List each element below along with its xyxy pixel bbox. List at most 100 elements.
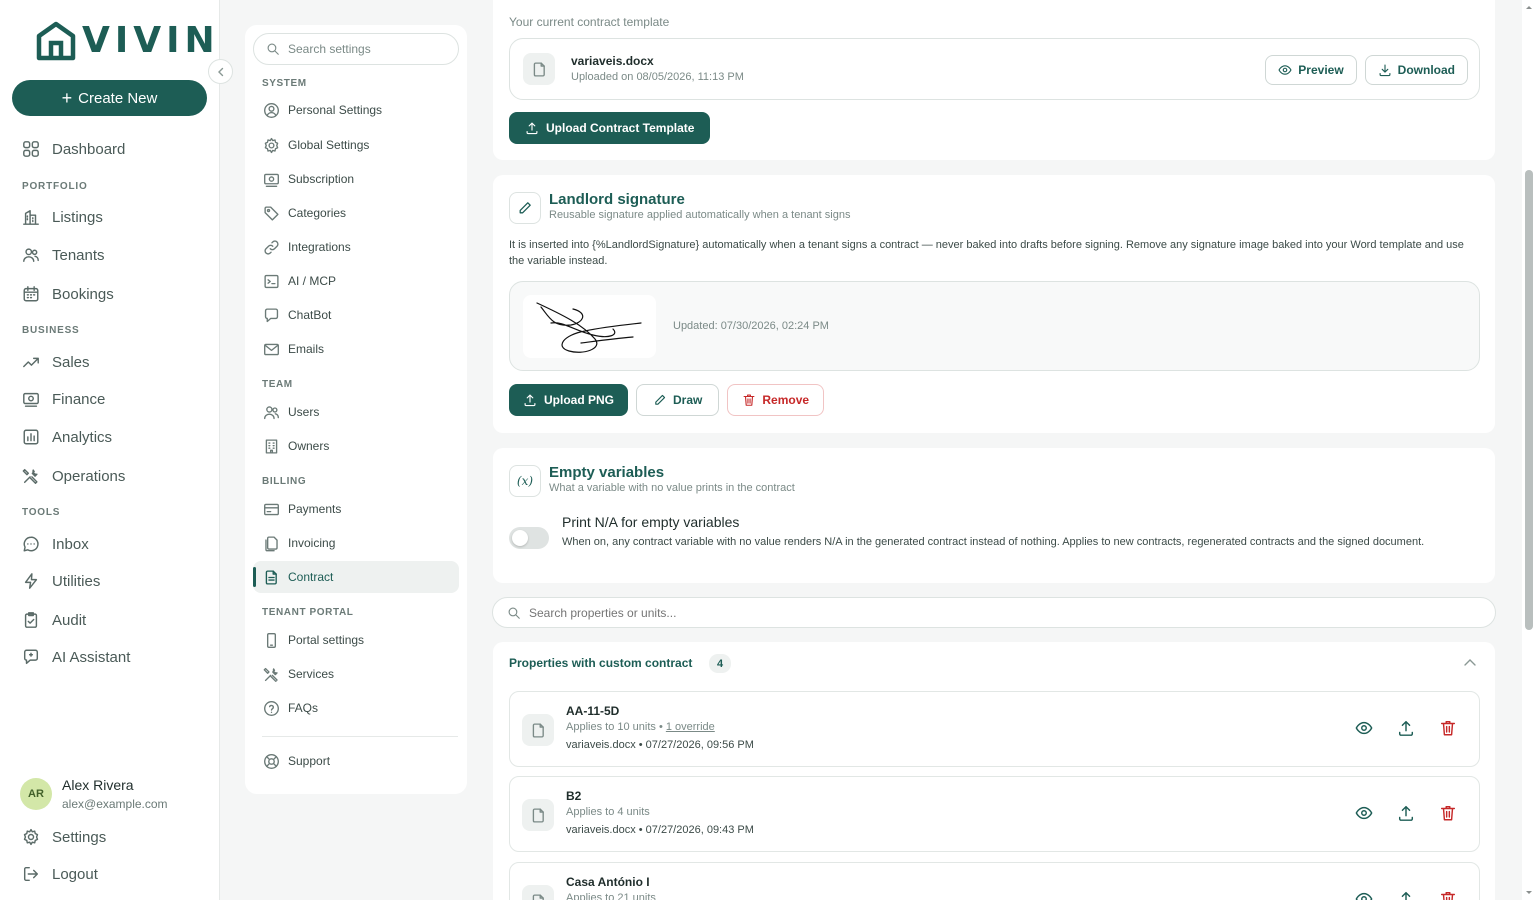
menu-item-emails[interactable]: Emails	[253, 333, 459, 365]
menu-item-label: Invoicing	[288, 536, 336, 550]
scrollbar-thumb[interactable]	[1525, 170, 1533, 630]
nav-operations[interactable]: Operations	[22, 464, 125, 488]
gear-icon	[264, 137, 279, 153]
menu-section-system: SYSTEM	[262, 78, 307, 89]
lightning-icon	[24, 573, 38, 589]
menu-item-payments[interactable]: Payments	[253, 493, 459, 525]
main-sidebar: VIVIN + Create New Dashboard PORTFOLIO L…	[0, 0, 220, 900]
nav-listings[interactable]: Listings	[22, 205, 103, 229]
empty-variables-subtitle: What a variable with no value prints in …	[549, 482, 795, 494]
menu-item-invoicing[interactable]: Invoicing	[253, 527, 459, 559]
scroll-down-icon[interactable]	[1522, 888, 1536, 898]
trash-icon[interactable]	[1439, 890, 1457, 900]
nav-logout[interactable]: Logout	[22, 862, 98, 886]
nav-analytics[interactable]: Analytics	[22, 425, 112, 449]
settings-search[interactable]	[253, 33, 459, 65]
upload-icon[interactable]	[1397, 719, 1415, 737]
pencil-icon	[655, 394, 666, 405]
property-search-input[interactable]	[529, 605, 1429, 620]
property-search[interactable]	[492, 597, 1496, 628]
draw-button[interactable]: Draw	[636, 384, 720, 416]
upload-png-button[interactable]: Upload PNG	[509, 384, 629, 416]
settings-search-input[interactable]	[288, 42, 448, 56]
preview-label: Preview	[1298, 63, 1344, 77]
upload-icon[interactable]	[1397, 804, 1415, 822]
preview-button[interactable]: Preview	[1265, 55, 1357, 85]
nav-ai-assistant[interactable]: AI Assistant	[22, 645, 130, 669]
nav-sales[interactable]: Sales	[22, 350, 90, 374]
chevron-left-icon	[217, 67, 223, 76]
terminal-icon	[264, 274, 279, 288]
menu-item-users[interactable]: Users	[253, 396, 459, 428]
nav-settings[interactable]: Settings	[22, 825, 106, 849]
file-icon	[523, 53, 555, 85]
nav-tenants[interactable]: Tenants	[22, 243, 105, 267]
property-row[interactable]: B2 Applies to 4 units variaveis.docx • 0…	[509, 776, 1480, 852]
trending-up-icon	[23, 357, 39, 368]
file-icon	[522, 885, 554, 900]
building-chart-icon	[23, 209, 39, 225]
menu-item-integrations[interactable]: Integrations	[253, 231, 459, 263]
download-button[interactable]: Download	[1364, 55, 1468, 85]
print-na-toggle[interactable]	[509, 527, 549, 549]
upload-template-button[interactable]: Upload Contract Template	[509, 112, 711, 144]
menu-item-label: AI / MCP	[288, 274, 337, 288]
trash-icon[interactable]	[1439, 804, 1457, 822]
nav-audit-label: Audit	[52, 611, 87, 629]
menu-item-label: Emails	[288, 342, 325, 356]
users-icon	[23, 248, 39, 263]
menu-item-global-settings[interactable]: Global Settings	[253, 129, 459, 161]
collapse-section-button[interactable]	[1463, 658, 1477, 668]
menu-item-services[interactable]: Services	[253, 658, 459, 690]
building-icon	[265, 438, 278, 454]
nav-inbox[interactable]: Inbox	[22, 532, 89, 556]
eye-icon[interactable]	[1355, 719, 1373, 737]
menu-item-contract[interactable]: Contract	[253, 561, 459, 593]
nav-logout-label: Logout	[52, 865, 98, 883]
trash-icon[interactable]	[1439, 719, 1457, 737]
page-scrollbar[interactable]	[1522, 0, 1536, 900]
create-new-button[interactable]: + Create New	[12, 80, 207, 116]
nav-audit[interactable]: Audit	[22, 608, 86, 632]
avatar[interactable]: AR	[20, 778, 52, 810]
signature-subtitle: Reusable signature applied automatically…	[549, 209, 851, 221]
gear-icon	[23, 828, 39, 846]
credit-card-icon	[264, 503, 279, 515]
nav-utilities[interactable]: Utilities	[22, 569, 100, 593]
remove-label: Remove	[762, 393, 810, 407]
menu-item-chatbot[interactable]: ChatBot	[253, 299, 459, 331]
eye-icon[interactable]	[1355, 890, 1373, 900]
nav-dashboard[interactable]: Dashboard	[22, 137, 125, 161]
property-applies: Applies to 21 units	[566, 892, 656, 900]
nav-bookings[interactable]: Bookings	[22, 282, 114, 306]
menu-item-ai-mcp[interactable]: AI / MCP	[253, 265, 459, 297]
upload-png-label: Upload PNG	[544, 393, 615, 407]
override-link[interactable]: 1 override	[666, 721, 715, 733]
upload-icon[interactable]	[1397, 890, 1415, 900]
brand-logo[interactable]: VIVIN	[36, 20, 220, 62]
menu-item-categories[interactable]: Categories	[253, 197, 459, 229]
menu-item-portal-settings[interactable]: Portal settings	[253, 624, 459, 656]
user-email: alex@example.com	[62, 797, 168, 811]
collapse-sidebar-button[interactable]	[208, 59, 233, 84]
house-logo-icon	[36, 21, 76, 61]
property-row[interactable]: Casa António I Applies to 21 units	[509, 862, 1480, 900]
remove-signature-button[interactable]: Remove	[727, 384, 825, 416]
nav-section-business: BUSINESS	[22, 325, 80, 336]
scroll-up-icon[interactable]	[1522, 2, 1536, 12]
nav-tenants-label: Tenants	[52, 246, 105, 264]
menu-item-owners[interactable]: Owners	[253, 430, 459, 462]
eye-icon[interactable]	[1355, 804, 1373, 822]
property-row[interactable]: AA-11-5D Applies to 10 units • 1 overrid…	[509, 691, 1480, 767]
nav-inbox-label: Inbox	[52, 535, 89, 553]
menu-item-label: Contract	[288, 570, 334, 584]
menu-item-faqs[interactable]: FAQs	[253, 692, 459, 724]
menu-item-personal-settings[interactable]: Personal Settings	[253, 94, 459, 126]
signature-preview-box: Updated: 07/30/2026, 02:24 PM	[509, 281, 1480, 371]
logout-icon	[23, 866, 39, 882]
menu-item-subscription[interactable]: Subscription	[253, 163, 459, 195]
nav-section-portfolio: PORTFOLIO	[22, 181, 88, 192]
menu-item-support[interactable]: Support	[253, 745, 459, 777]
bar-chart-icon	[23, 429, 39, 445]
nav-finance[interactable]: Finance	[22, 387, 105, 411]
